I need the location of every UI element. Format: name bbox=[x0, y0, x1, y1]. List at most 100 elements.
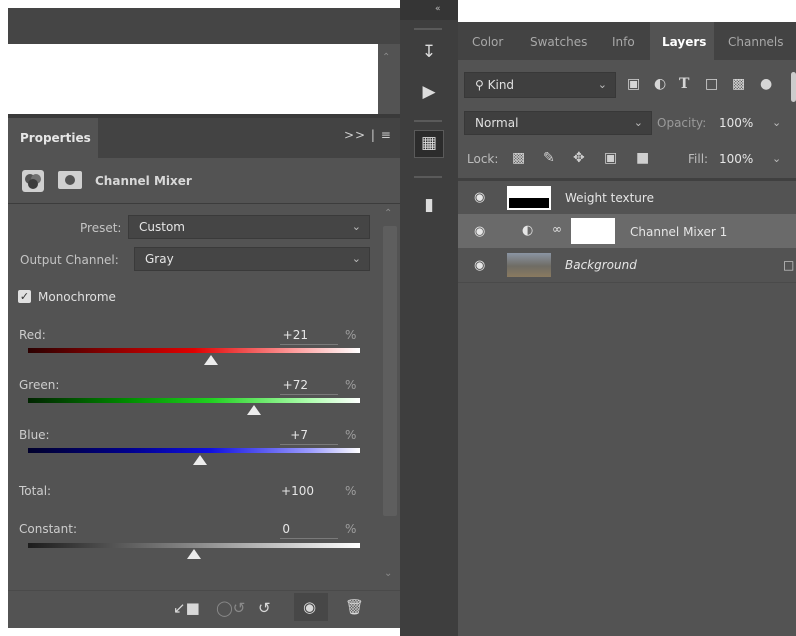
blue-slider-label: Blue: bbox=[19, 428, 50, 442]
red-unit: % bbox=[345, 328, 357, 342]
layer-mask-icon[interactable] bbox=[58, 171, 82, 189]
toggle-visibility-icon[interactable]: ◉ bbox=[303, 598, 316, 616]
fill-label: Fill: bbox=[688, 152, 709, 166]
lock-image-pixels-icon[interactable]: ✎ bbox=[543, 150, 555, 166]
layer-mask-thumbnail[interactable] bbox=[571, 218, 615, 244]
lock-all-icon[interactable]: ■ bbox=[636, 150, 649, 166]
link-icon[interactable]: ∞ bbox=[552, 222, 562, 236]
properties-panel bbox=[8, 118, 400, 628]
tab-swatches[interactable]: Swatches bbox=[530, 35, 587, 49]
monochrome-checkbox[interactable]: ✓ bbox=[18, 290, 31, 303]
lock-position-icon[interactable]: ✥ bbox=[573, 150, 585, 166]
tab-color[interactable]: Color bbox=[472, 35, 503, 49]
red-value-underline bbox=[280, 344, 338, 345]
delete-icon[interactable]: 🗑 bbox=[345, 598, 364, 616]
green-slider-track[interactable] bbox=[28, 398, 360, 403]
pixel-layer-filter-icon[interactable]: ▣ bbox=[627, 76, 640, 92]
eye-icon[interactable]: ◉ bbox=[474, 190, 485, 205]
blue-value-input[interactable]: +7 bbox=[268, 428, 308, 442]
layer-thumbnail bbox=[507, 253, 551, 277]
layer-name[interactable]: Channel Mixer 1 bbox=[630, 225, 727, 239]
opacity-chevron-icon[interactable]: ⌄ bbox=[772, 116, 781, 129]
green-value-input[interactable]: +72 bbox=[268, 378, 308, 392]
layer-filter-dropdown[interactable]: ⚲ Kind ⌄ bbox=[464, 72, 616, 98]
eye-icon[interactable]: ◉ bbox=[474, 224, 485, 239]
clip-to-layer-icon[interactable]: ↙■ bbox=[173, 599, 200, 617]
green-slider-label: Green: bbox=[19, 378, 60, 392]
tab-info[interactable]: Info bbox=[612, 35, 635, 49]
constant-slider-track[interactable] bbox=[28, 543, 360, 548]
opacity-label: Opacity: bbox=[657, 116, 707, 130]
chevron-down-icon: ⌄ bbox=[351, 252, 361, 265]
dock-grip[interactable] bbox=[414, 176, 442, 178]
total-label: Total: bbox=[19, 484, 52, 498]
smart-object-filter-icon[interactable]: ▩ bbox=[732, 76, 745, 92]
constant-value-input[interactable]: 0 bbox=[250, 522, 290, 536]
document-canvas[interactable] bbox=[8, 44, 378, 114]
type-layer-filter-icon[interactable]: T bbox=[679, 76, 689, 92]
tab-layers[interactable]: Layers bbox=[662, 35, 706, 49]
green-slider-thumb[interactable] bbox=[246, 405, 261, 415]
blue-value-underline bbox=[280, 444, 338, 445]
blue-slider-track[interactable] bbox=[28, 448, 360, 453]
chevron-down-icon: ⌄ bbox=[633, 116, 643, 129]
layers-divider bbox=[458, 282, 796, 283]
filter-toggle-icon[interactable]: ● bbox=[760, 76, 772, 92]
opacity-input[interactable]: 100% bbox=[719, 116, 753, 130]
adjustment-name: Channel Mixer bbox=[95, 174, 192, 188]
properties-panel-icon[interactable]: ▦ bbox=[409, 133, 449, 153]
lock-artboard-icon[interactable]: ▣ bbox=[604, 150, 617, 166]
fill-chevron-icon[interactable]: ⌄ bbox=[772, 152, 781, 165]
canvas-scroll-up-arrow-icon[interactable]: ⌃ bbox=[382, 52, 390, 63]
output-channel-label: Output Channel: bbox=[20, 253, 119, 267]
lock-transparent-pixels-icon[interactable]: ▩ bbox=[512, 150, 525, 166]
scroll-down-arrow-icon[interactable]: ⌄ bbox=[384, 568, 392, 579]
total-value: +100 bbox=[281, 484, 314, 498]
chevron-down-icon: ⌄ bbox=[351, 220, 361, 233]
tab-channels[interactable]: Channels bbox=[728, 35, 784, 49]
layer-name[interactable]: Weight texture bbox=[565, 191, 654, 205]
channel-mixer-adjustment-icon bbox=[22, 170, 44, 192]
properties-footer bbox=[8, 590, 400, 628]
actions-play-icon[interactable]: ▶ bbox=[409, 82, 449, 102]
layer-row-selected[interactable] bbox=[458, 214, 796, 248]
blend-mode-dropdown[interactable]: Normal ⌄ bbox=[464, 111, 652, 135]
adjustment-layer-filter-icon[interactable]: ◐ bbox=[654, 76, 666, 92]
dock-grip[interactable] bbox=[414, 120, 442, 122]
constant-unit: % bbox=[345, 522, 357, 536]
blend-mode-value: Normal bbox=[475, 116, 519, 130]
chevron-down-icon: ⌄ bbox=[597, 78, 607, 91]
filter-toggle-switch[interactable] bbox=[791, 72, 796, 102]
collapse-icon[interactable]: « bbox=[435, 4, 441, 14]
green-value-underline bbox=[280, 394, 338, 395]
shape-layer-filter-icon[interactable]: □ bbox=[705, 76, 718, 92]
constant-slider-thumb[interactable] bbox=[187, 549, 201, 559]
constant-value-underline bbox=[280, 538, 338, 539]
green-unit: % bbox=[345, 378, 357, 392]
layer-name[interactable]: Background bbox=[565, 258, 637, 272]
fill-input[interactable]: 100% bbox=[719, 152, 753, 166]
reset-icon[interactable]: ↺ bbox=[258, 599, 271, 617]
eye-icon[interactable]: ◉ bbox=[474, 258, 485, 273]
panel-menu-icon[interactable]: >> | ≡ bbox=[344, 128, 392, 142]
paths-icon[interactable]: ▮ bbox=[409, 195, 449, 215]
scroll-up-arrow-icon[interactable]: ⌃ bbox=[384, 208, 392, 219]
view-previous-state-icon[interactable]: ◯↺ bbox=[216, 599, 245, 617]
blue-unit: % bbox=[345, 428, 357, 442]
properties-title: Properties bbox=[20, 131, 91, 145]
properties-scrollbar[interactable] bbox=[383, 226, 397, 516]
blue-slider-thumb[interactable] bbox=[192, 455, 207, 465]
preset-value: Custom bbox=[139, 220, 185, 234]
preset-dropdown[interactable]: Custom ⌄ bbox=[128, 215, 370, 239]
red-slider-thumb[interactable] bbox=[204, 355, 219, 365]
red-slider-track[interactable] bbox=[28, 348, 360, 353]
red-value-input[interactable]: +21 bbox=[268, 328, 308, 342]
output-channel-dropdown[interactable]: Gray ⌄ bbox=[134, 247, 370, 271]
dock-header bbox=[400, 0, 458, 20]
search-icon: ⚲ bbox=[475, 78, 488, 92]
dock-grip[interactable] bbox=[414, 28, 442, 30]
total-unit: % bbox=[345, 484, 357, 498]
history-icon[interactable]: ↧ bbox=[409, 42, 449, 62]
lock-icon: □ bbox=[783, 258, 795, 272]
monochrome-label: Monochrome bbox=[38, 290, 116, 304]
